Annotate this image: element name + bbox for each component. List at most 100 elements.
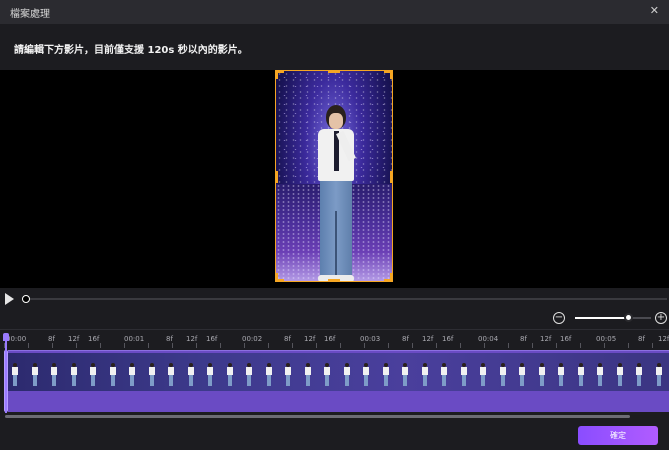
playhead[interactable]	[3, 333, 9, 413]
ruler-tick	[532, 343, 533, 348]
thumbnail-frame	[422, 363, 428, 387]
thumbnail-frame	[500, 363, 506, 387]
ruler-label: 8f	[284, 335, 291, 343]
thumbnail-frame	[305, 363, 311, 387]
thumbnail-frame	[246, 363, 252, 387]
ruler-tick	[148, 343, 149, 348]
timeline-ruler[interactable]: 00:00 8f 12f 16f 00:01 8f 12f 16f 00:02 8f 12f 16f 0…	[0, 329, 669, 349]
ruler-tick	[52, 343, 53, 348]
zoom-in-icon[interactable]: +	[655, 312, 667, 324]
ruler-tick	[76, 343, 77, 348]
title-bar: 檔案處理 ✕	[0, 0, 669, 24]
ruler-tick	[340, 343, 341, 348]
thumbnail-frame	[597, 363, 603, 387]
ruler-tick	[28, 343, 29, 348]
crop-handle-top-right[interactable]	[384, 71, 392, 79]
thumbnail-frame	[12, 363, 18, 387]
ruler-tick	[604, 343, 605, 348]
ruler-label: 12f	[304, 335, 316, 343]
thumbnail-frame	[227, 363, 233, 387]
thumbnail-frame	[32, 363, 38, 387]
playhead-handle[interactable]	[3, 333, 9, 341]
thumbnail-frame	[636, 363, 642, 387]
ruler-label: 16f	[324, 335, 336, 343]
ruler-tick	[412, 343, 413, 348]
thumbnail-frame	[578, 363, 584, 387]
ruler-tick	[652, 343, 653, 348]
ruler-label: 12f	[540, 335, 552, 343]
ruler-label: 00:00	[6, 335, 27, 343]
thumbnail-frame	[110, 363, 116, 387]
thumbnail-frame	[519, 363, 525, 387]
playback-progress-track[interactable]	[27, 298, 667, 300]
thumbnail-frame	[149, 363, 155, 387]
thumbnail-frame	[129, 363, 135, 387]
thumbnail-frame	[480, 363, 486, 387]
ruler-tick	[244, 343, 245, 348]
ruler-tick	[436, 343, 437, 348]
ruler-label: 12f	[186, 335, 198, 343]
ruler-tick	[316, 343, 317, 348]
ruler-label: 8f	[638, 335, 645, 343]
crop-handle-bottom[interactable]	[328, 279, 340, 281]
close-icon[interactable]: ✕	[650, 4, 659, 17]
thumbnail-frame	[324, 363, 330, 387]
ruler-tick	[292, 343, 293, 348]
ruler-tick	[100, 343, 101, 348]
crop-handle-left[interactable]	[276, 171, 278, 183]
ruler-label: 8f	[48, 335, 55, 343]
thumbnail-frame	[266, 363, 272, 387]
ruler-label: 8f	[402, 335, 409, 343]
zoom-out-icon[interactable]: −	[553, 312, 565, 324]
ruler-label: 16f	[206, 335, 218, 343]
ruler-label: 00:04	[478, 335, 499, 343]
thumbnail-frame	[656, 363, 662, 387]
thumbnail-frame	[51, 363, 57, 387]
ruler-tick	[556, 343, 557, 348]
ruler-tick	[628, 343, 629, 348]
confirm-button[interactable]: 確定	[578, 426, 658, 445]
thumbnail-frame	[441, 363, 447, 387]
performer-figure	[314, 105, 358, 281]
thumbnail-frame	[71, 363, 77, 387]
crop-handle-bottom-left[interactable]	[276, 273, 284, 281]
ruler-label: 12f	[422, 335, 434, 343]
ruler-tick	[220, 343, 221, 348]
thumbnail-frame	[402, 363, 408, 387]
thumbnail-frame	[207, 363, 213, 387]
thumbnail-frame	[188, 363, 194, 387]
video-track[interactable]	[8, 350, 669, 412]
video-preview	[0, 70, 669, 288]
thumbnail-frame	[461, 363, 467, 387]
ruler-tick	[508, 343, 509, 348]
timeline-scrollbar[interactable]	[5, 415, 630, 418]
ruler-tick	[268, 343, 269, 348]
thumbnail-frame	[558, 363, 564, 387]
thumbnail-frame	[617, 363, 623, 387]
playhead-line	[5, 341, 7, 413]
ruler-tick	[580, 343, 581, 348]
playback-progress-knob[interactable]	[22, 295, 30, 303]
ruler-label: 12f	[68, 335, 80, 343]
thumbnail-frame	[363, 363, 369, 387]
ruler-tick	[196, 343, 197, 348]
crop-handle-bottom-right[interactable]	[384, 273, 392, 281]
thumbnail-frame	[344, 363, 350, 387]
ruler-label: 8f	[166, 335, 173, 343]
ruler-label: 8f	[520, 335, 527, 343]
crop-handle-right[interactable]	[390, 171, 392, 183]
crop-frame[interactable]	[275, 70, 393, 282]
crop-handle-top-left[interactable]	[276, 71, 284, 79]
ruler-label: 12f	[658, 335, 669, 343]
zoom-slider-fill	[575, 317, 629, 319]
ruler-label: 00:02	[242, 335, 263, 343]
window-title: 檔案處理	[10, 9, 50, 20]
zoom-slider-knob[interactable]	[624, 313, 633, 322]
ruler-label: 16f	[560, 335, 572, 343]
ruler-tick	[364, 343, 365, 348]
play-icon[interactable]	[5, 293, 14, 305]
thumbnail-frame	[539, 363, 545, 387]
video-thumbnails	[8, 353, 669, 391]
crop-handle-top[interactable]	[328, 71, 340, 73]
ruler-label: 16f	[442, 335, 454, 343]
